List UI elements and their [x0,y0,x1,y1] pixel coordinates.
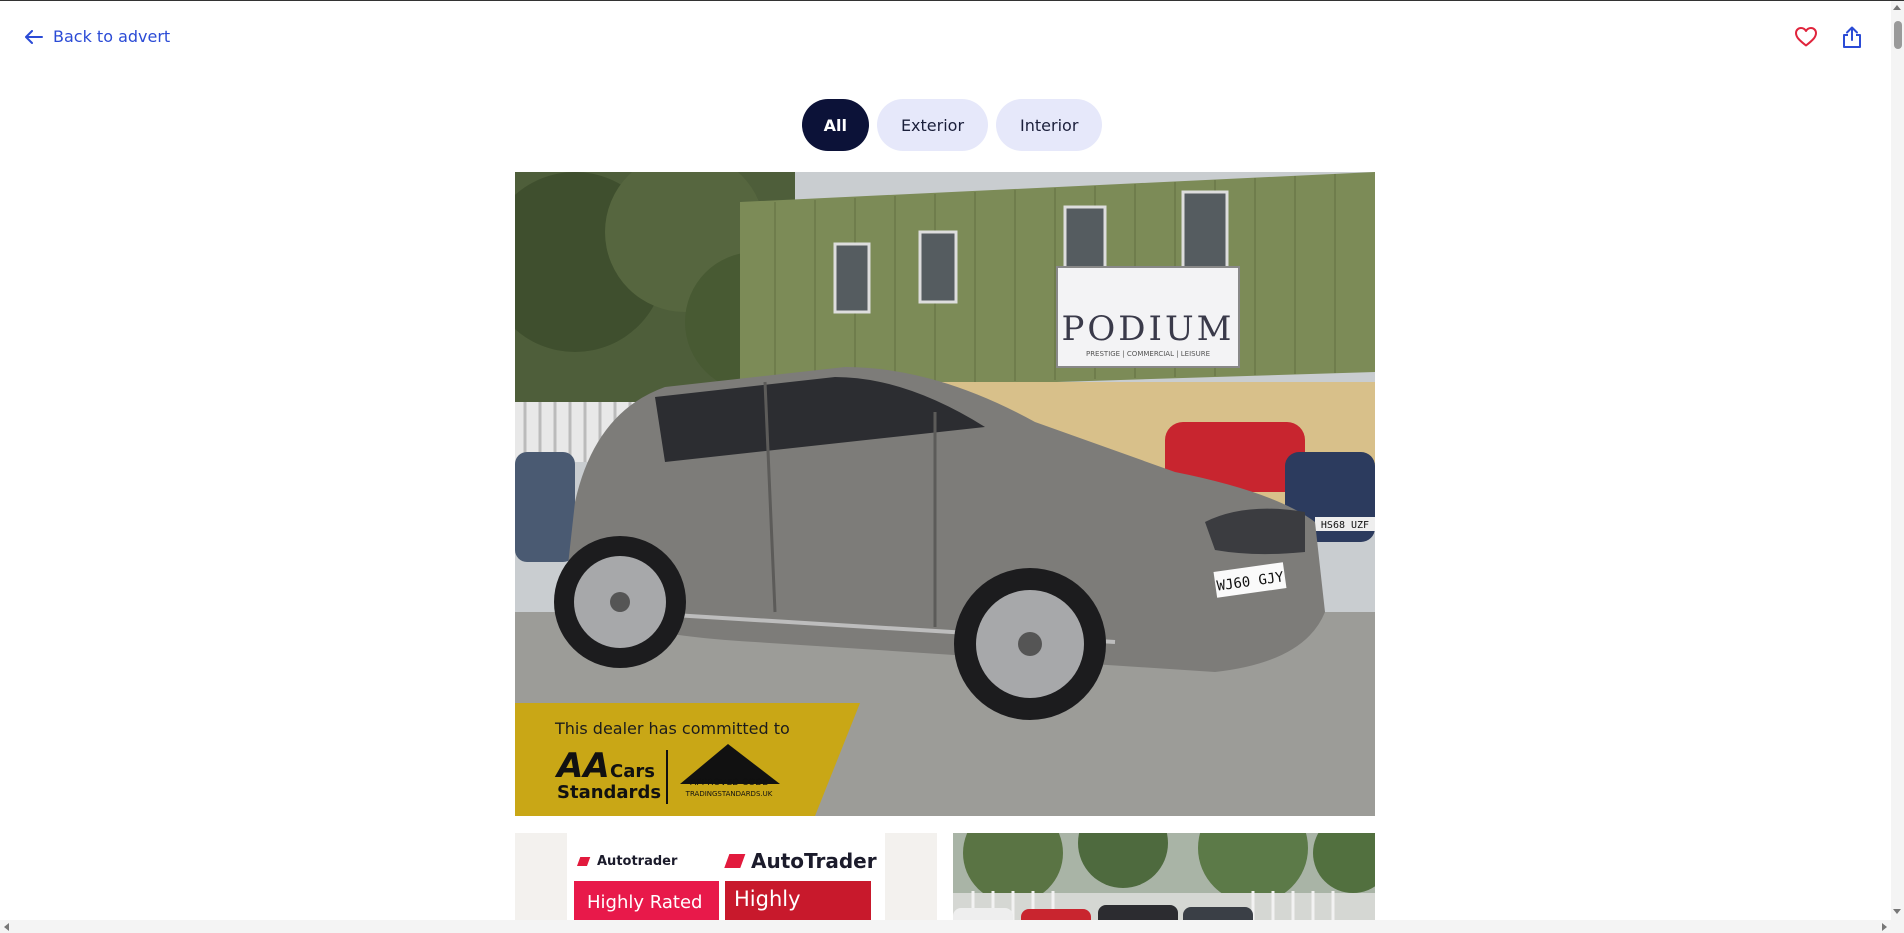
photo-thumbnail-autotrader[interactable]: Autotrader AutoTrader Highly Rated Highl… [515,833,937,933]
aa-logo-text: AA [554,746,610,786]
scroll-left-icon[interactable] [4,923,9,931]
trading-standards-text: TRADINGSTANDARDS.UK [685,790,773,798]
highly-rated-badge-large: Highly [734,887,801,911]
top-bar: Back to advert [0,1,1904,73]
autotrader-logo-small: Autotrader [597,854,678,869]
gallery-page: Back to advert All Exterior Interior POD… [0,0,1904,933]
heart-icon [1795,27,1817,47]
podium-sign-text: PODIUM [1062,309,1235,349]
scrollbar-thumb[interactable] [1894,21,1902,49]
back-to-advert-link[interactable]: Back to advert [25,27,170,46]
share-button[interactable] [1840,25,1864,49]
background-plate-text: HS68 UZF [1321,520,1369,531]
dealer-banner-headline: This dealer has committed to [554,719,790,738]
approved-code-text: APPROVED CODE [690,778,768,788]
highly-rated-badge-small: Highly Rated [587,892,702,913]
photo-thumbnail-yard[interactable] [953,833,1375,933]
yard-photo-illustration [953,833,1375,933]
share-icon [1843,26,1861,48]
arrow-left-icon [25,29,43,44]
favourite-button[interactable] [1794,25,1818,49]
autotrader-logo-large: AutoTrader [751,849,877,873]
vertical-scrollbar[interactable] [1891,1,1904,933]
top-actions [1794,25,1864,49]
photo-filter-tabs: All Exterior Interior [0,99,1904,151]
car-photo-illustration: PODIUM PRESTIGE | COMMERCIAL | LEISURE H… [515,172,1375,816]
main-car-photo[interactable]: PODIUM PRESTIGE | COMMERCIAL | LEISURE H… [515,172,1375,816]
autotrader-badge-illustration: Autotrader AutoTrader Highly Rated Highl… [515,833,937,933]
horizontal-scrollbar[interactable] [0,920,1891,933]
scroll-right-icon[interactable] [1882,923,1887,931]
back-to-advert-label: Back to advert [53,27,171,46]
podium-sign-subtext: PRESTIGE | COMMERCIAL | LEISURE [1086,350,1210,358]
aa-standards-text: Standards [557,782,661,803]
aa-cars-text: Cars [610,761,655,782]
tab-interior[interactable]: Interior [996,99,1103,151]
scroll-down-icon[interactable] [1893,909,1901,914]
tab-exterior[interactable]: Exterior [876,99,989,151]
tab-all[interactable]: All [801,99,869,151]
scroll-up-icon[interactable] [1893,5,1901,10]
